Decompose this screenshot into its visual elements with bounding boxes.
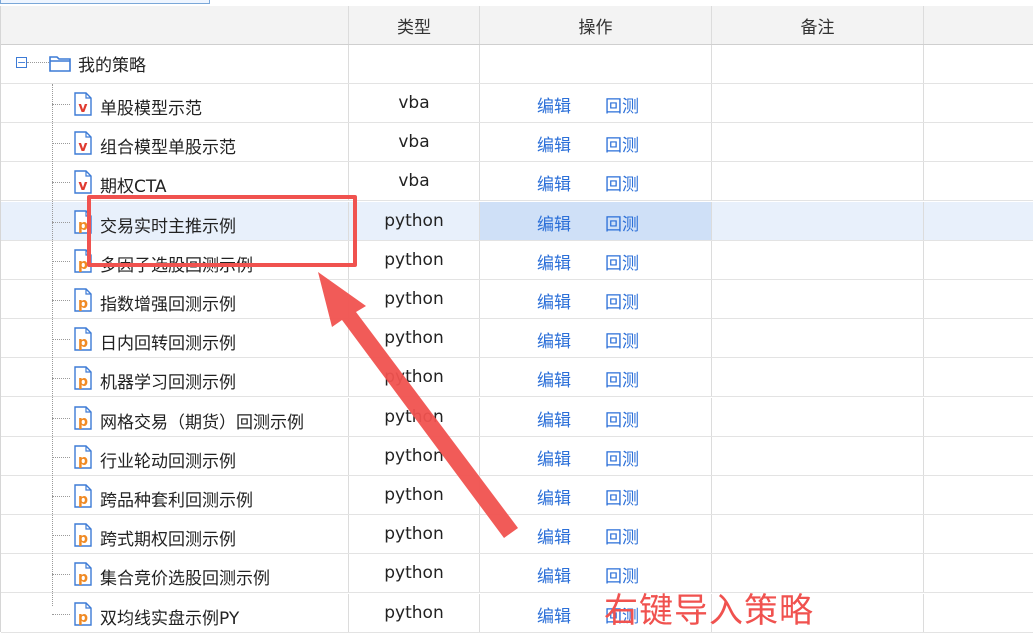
annotation-arrow-icon [318,272,518,538]
annotation-text: 右键导入策略 [604,591,814,631]
